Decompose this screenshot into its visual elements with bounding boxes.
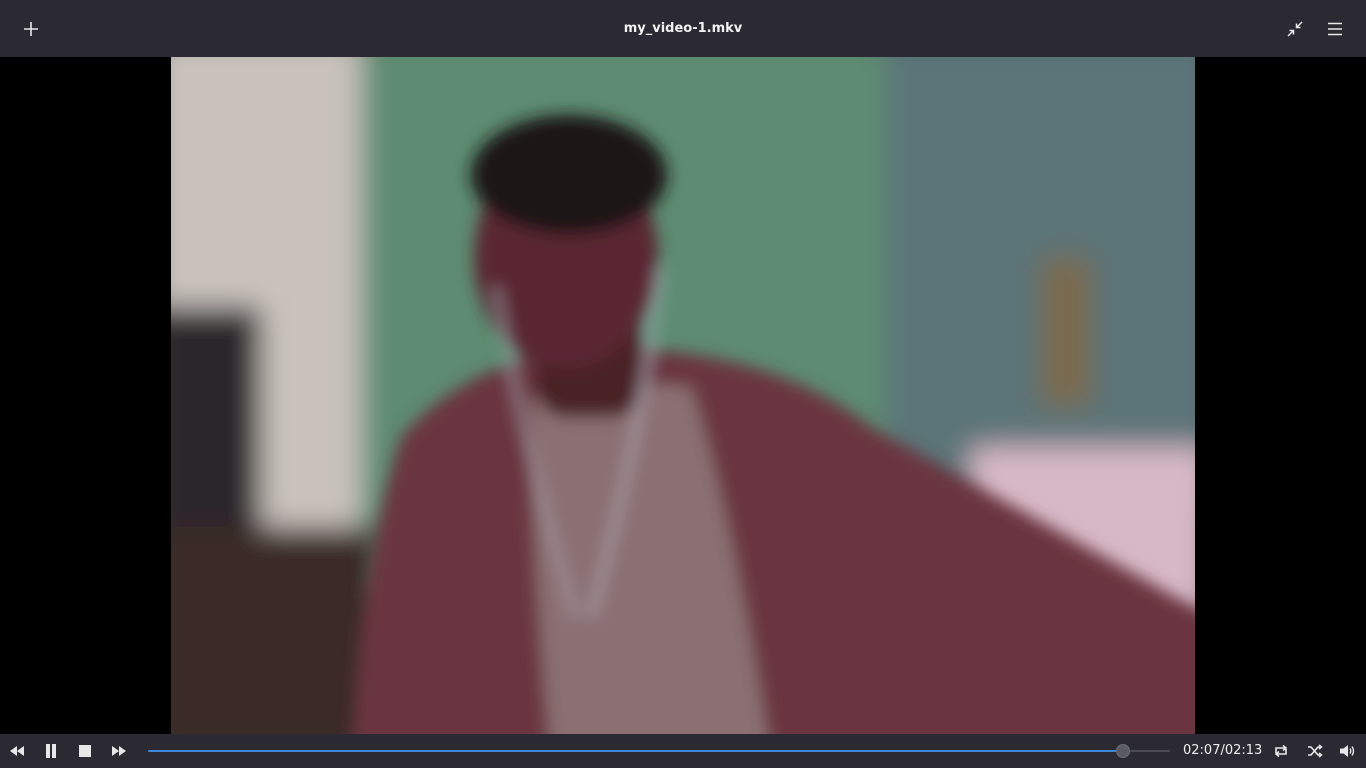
hamburger-menu-icon [1328, 22, 1342, 36]
pause-button[interactable] [35, 734, 67, 768]
title-bar: my_video-1.mkv [0, 0, 1366, 57]
video-frame [171, 57, 1195, 734]
speaker-icon [1340, 745, 1355, 757]
stop-icon [79, 745, 91, 757]
playback-controls: 02:07/02:13 [0, 734, 1366, 768]
forward-button[interactable] [103, 734, 135, 768]
repeat-button[interactable] [1265, 734, 1297, 768]
stop-button[interactable] [69, 734, 101, 768]
repeat-icon [1274, 744, 1288, 758]
main-menu-button[interactable] [1318, 12, 1352, 46]
shuffle-icon [1308, 744, 1323, 758]
window-title: my_video-1.mkv [623, 21, 743, 36]
time-display: 02:07/02:13 [1183, 734, 1262, 768]
total-duration: 02:13 [1224, 743, 1263, 758]
add-button[interactable] [14, 12, 48, 46]
pause-icon [46, 744, 56, 758]
rewind-button[interactable] [1, 734, 33, 768]
volume-button[interactable] [1332, 734, 1364, 768]
plus-icon [24, 22, 38, 36]
shrink-arrows-icon [1287, 21, 1303, 37]
seek-progress [148, 750, 1123, 752]
shuffle-button[interactable] [1299, 734, 1331, 768]
fast-forward-icon [112, 746, 126, 756]
seek-handle[interactable] [1115, 744, 1130, 758]
video-area[interactable] [0, 57, 1366, 734]
elapsed-time: 02:07 [1183, 743, 1221, 758]
rewind-icon [10, 746, 24, 756]
seek-bar[interactable] [148, 744, 1170, 758]
unfullscreen-button[interactable] [1278, 12, 1312, 46]
